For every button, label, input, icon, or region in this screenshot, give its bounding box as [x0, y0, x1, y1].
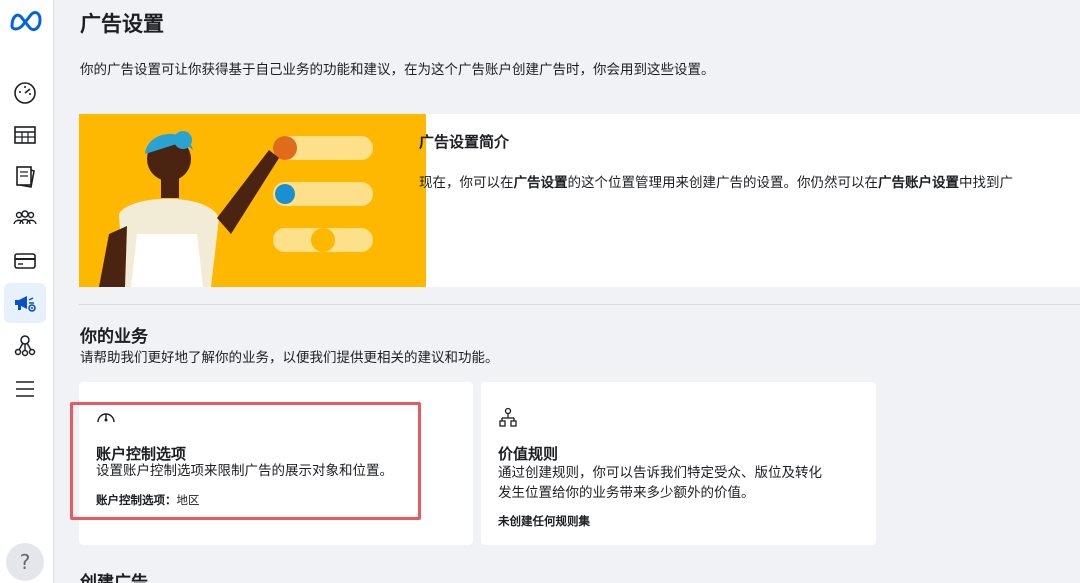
main-content: 广告设置 你的广告设置可让你获得基于自己业务的功能和建议，在为这个广告账户创建广… — [55, 0, 1080, 583]
billing-card-icon — [14, 253, 36, 269]
create-ads-section-title: 创建广告 — [80, 573, 148, 583]
nav-audience[interactable] — [4, 198, 46, 238]
sidebar: ? — [0, 0, 54, 583]
value-rules-icon — [499, 407, 517, 427]
nav-events[interactable] — [4, 325, 46, 365]
pages-icon — [16, 166, 35, 188]
menu-icon — [16, 381, 34, 397]
nav-table[interactable] — [4, 115, 46, 155]
value-rules-description: 通过创建规则，你可以告诉我们特定受众、版位及转化 发生位置给你的业务带来多少额外… — [498, 465, 822, 501]
business-section-title: 你的业务 — [80, 327, 148, 347]
page-description: 你的广告设置可让你获得基于自己业务的功能和建议，在为这个广告账户创建广告时，你会… — [80, 62, 715, 78]
highlight-box — [70, 402, 421, 520]
section-divider — [79, 304, 1080, 305]
help-icon: ? — [19, 550, 31, 574]
intro-title: 广告设置简介 — [419, 133, 510, 151]
meta-logo-icon[interactable] — [8, 8, 44, 32]
value-rules-title: 价值规则 — [498, 445, 559, 463]
nav-billing[interactable] — [4, 241, 46, 281]
nav-menu[interactable] — [4, 369, 46, 409]
business-section-description: 请帮助我们更好地了解你的业务，以便我们提供更相关的建议和功能。 — [80, 350, 499, 366]
table-grid-icon — [14, 126, 36, 144]
nav-pages[interactable] — [4, 157, 46, 197]
intro-illustration — [79, 114, 426, 287]
help-button[interactable]: ? — [6, 543, 44, 581]
page-title: 广告设置 — [80, 12, 164, 36]
audience-people-icon — [13, 210, 37, 225]
intro-card — [79, 114, 1080, 287]
dashboard-gauge-icon — [14, 82, 36, 104]
value-rules-meta: 未创建任何规则集 — [498, 514, 590, 528]
events-network-icon — [14, 335, 36, 357]
nav-ad-settings[interactable] — [4, 283, 46, 323]
nav-dashboard[interactable] — [4, 73, 46, 113]
megaphone-settings-icon — [15, 296, 36, 312]
intro-text: 现在，你可以在广告设置的这个位置管理用来创建广告的设置。你仍然可以在广告账户设置… — [419, 175, 1013, 191]
